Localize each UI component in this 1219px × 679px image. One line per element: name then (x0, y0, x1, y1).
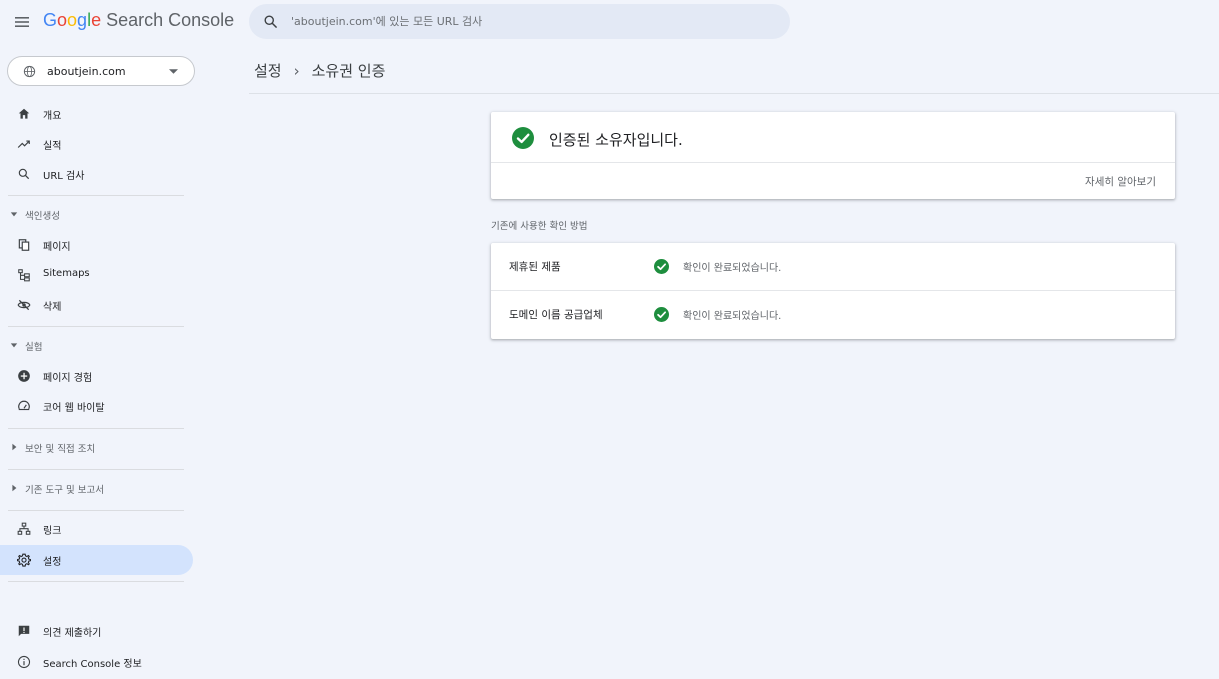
check-circle-icon (654, 259, 669, 274)
method-name: 도메인 이름 공급업체 (509, 309, 603, 321)
collapse-arrow-icon (10, 212, 18, 217)
breadcrumb-parent[interactable]: 설정 (254, 62, 282, 80)
expand-arrow-icon (12, 484, 17, 492)
breadcrumb-current: 소유권 인증 (311, 62, 386, 80)
main-menu-button[interactable] (12, 12, 32, 32)
method-row: 제휴된 제품 확인이 완료되었습니다. (491, 243, 1175, 291)
sidebar-item-page-experience[interactable]: 페이지 경험 (0, 361, 193, 391)
top-header: Google Search Console (0, 0, 1219, 44)
sidebar-item-core-web-vitals[interactable]: 코어 웹 바이탈 (0, 391, 193, 421)
info-icon (17, 655, 31, 669)
method-row: 도메인 이름 공급업체 확인이 완료되었습니다. (491, 291, 1175, 339)
sidebar-item-links[interactable]: 링크 (0, 514, 193, 544)
trending-icon (17, 140, 30, 148)
learn-more-link[interactable]: 자세히 알아보기 (1085, 174, 1156, 189)
card-divider (491, 162, 1175, 163)
search-console-logo[interactable]: Google Search Console (43, 10, 234, 31)
feedback-icon (18, 625, 30, 637)
sidebar-item-about[interactable]: Search Console 정보 (0, 647, 193, 677)
sidebar-divider (8, 469, 184, 470)
method-status: 확인이 완료되었습니다. (683, 311, 782, 322)
sidebar-divider (8, 428, 184, 429)
sidebar-divider (8, 326, 184, 327)
sitemap-icon (18, 269, 30, 282)
method-status: 확인이 완료되었습니다. (683, 263, 782, 274)
dropdown-arrow-icon (169, 69, 178, 74)
verified-owner-card: 인증된 소유자입니다. 자세히 알아보기 (491, 112, 1175, 199)
sidebar-item-url-inspection[interactable]: URL 검사 (0, 159, 193, 189)
sidebar-divider (8, 195, 184, 196)
method-name: 제휴된 제품 (509, 261, 561, 273)
product-name: Search Console (106, 10, 235, 30)
property-selector[interactable]: aboutjein.com (7, 56, 195, 86)
sidebar-item-performance[interactable]: 실적 (0, 129, 193, 159)
breadcrumb-separator: › (293, 62, 300, 80)
sidebar-item-settings[interactable]: 설정 (0, 545, 193, 575)
removal-icon (17, 299, 31, 311)
url-inspection-search[interactable] (249, 4, 790, 39)
header-divider (249, 93, 1219, 94)
sidebar-item-pages[interactable]: 페이지 (0, 230, 193, 260)
home-icon (18, 108, 30, 119)
breadcrumb: 설정 › 소유권 인증 (254, 60, 385, 81)
settings-icon (17, 553, 31, 567)
expand-arrow-icon (12, 443, 17, 451)
globe-icon (23, 65, 36, 78)
search-icon (18, 168, 30, 180)
sidebar-divider (8, 581, 184, 582)
property-name: aboutjein.com (47, 65, 126, 78)
links-icon (17, 522, 31, 535)
sidebar-item-overview[interactable]: 개요 (0, 99, 193, 129)
hamburger-menu-icon (15, 17, 29, 27)
verification-methods-card: 제휴된 제품 확인이 완료되었습니다. 도메인 이름 공급업체 확인이 완료되었… (491, 243, 1175, 339)
add-circle-icon (18, 370, 30, 382)
collapse-arrow-icon (10, 343, 18, 348)
previous-methods-label: 기존에 사용한 확인 방법 (491, 221, 588, 232)
verified-title: 인증된 소유자입니다. (549, 131, 683, 149)
search-icon (264, 15, 277, 28)
sidebar-divider (8, 510, 184, 511)
speed-icon (18, 400, 30, 411)
sidebar-item-feedback[interactable]: 의견 제출하기 (0, 616, 193, 646)
check-circle-icon (654, 307, 669, 322)
sidebar-item-sitemaps[interactable]: Sitemaps (0, 260, 193, 290)
check-circle-icon (512, 127, 534, 149)
sidebar-item-removals[interactable]: 삭제 (0, 290, 193, 320)
search-input[interactable] (291, 4, 771, 39)
pages-icon (18, 239, 30, 251)
